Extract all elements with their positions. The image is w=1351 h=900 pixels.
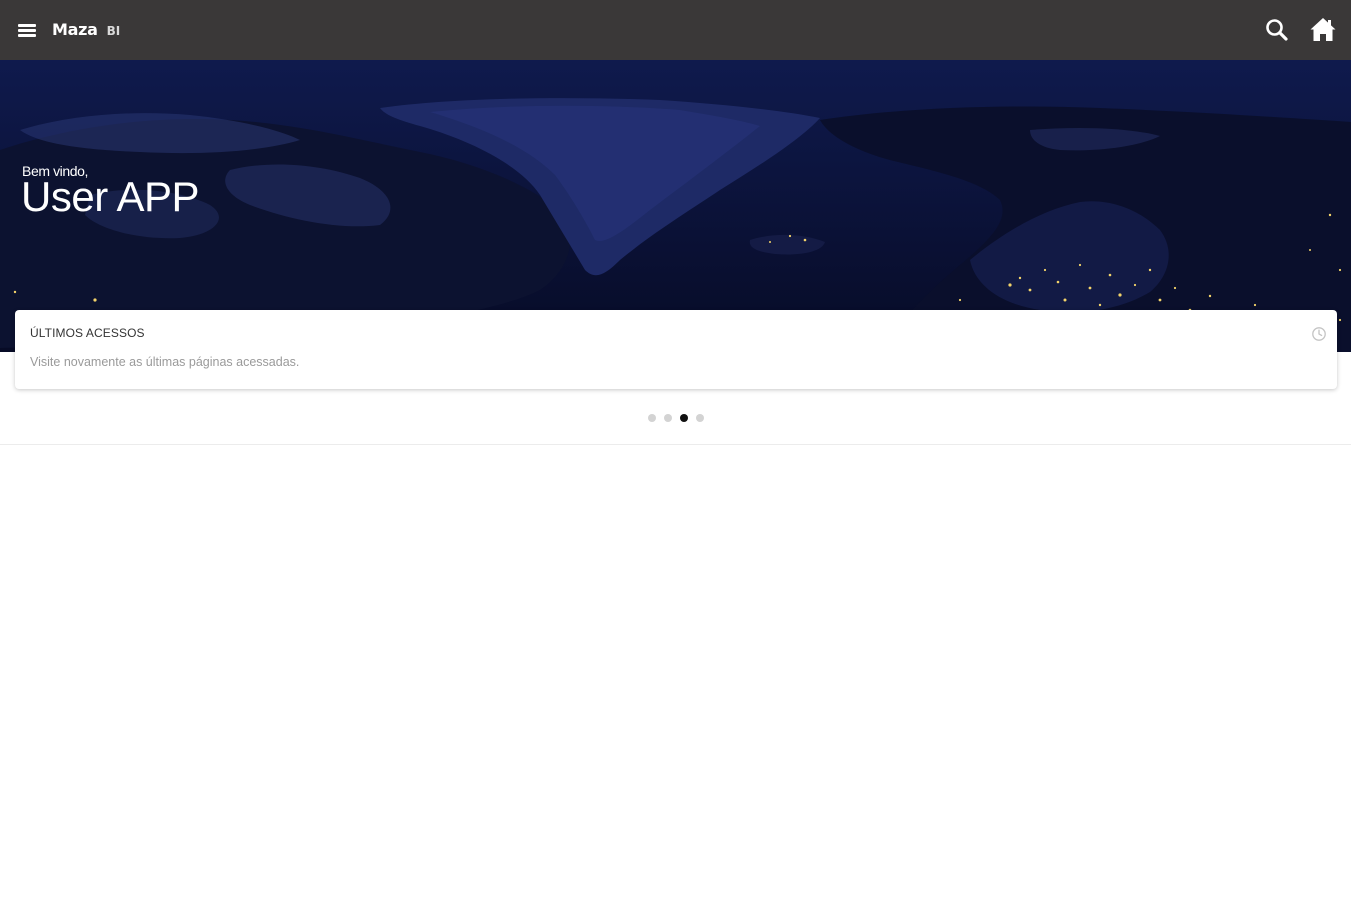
- pager-dot-3[interactable]: [680, 414, 688, 422]
- pager-dot-1[interactable]: [648, 414, 656, 422]
- app-root: Maza BI Bem vindo, User APP ÚLTIMOS ACES…: [0, 0, 1351, 900]
- card-title: ÚLTIMOS ACESSOS: [30, 326, 145, 340]
- top-bar: Maza BI: [0, 0, 1351, 60]
- menu-icon[interactable]: [16, 19, 40, 41]
- user-name: User APP: [21, 173, 200, 220]
- brand-name: Maza: [52, 20, 98, 39]
- brand-suffix: BI: [106, 24, 121, 38]
- clock-icon: [1311, 326, 1327, 342]
- pager-dot-2[interactable]: [664, 414, 672, 422]
- carousel-pager: [648, 414, 704, 423]
- hero-banner: Bem vindo, User APP: [0, 60, 1351, 352]
- home-icon[interactable]: [1309, 16, 1337, 44]
- card-description: Visite novamente as últimas páginas aces…: [30, 355, 300, 369]
- recent-access-card[interactable]: ÚLTIMOS ACESSOS Visite novamente as últi…: [15, 310, 1337, 389]
- pager-dot-4[interactable]: [696, 414, 704, 422]
- brand-logo: Maza BI: [52, 20, 120, 40]
- section-divider: [0, 444, 1351, 445]
- world-night-map: [0, 60, 1351, 352]
- search-icon[interactable]: [1263, 16, 1291, 44]
